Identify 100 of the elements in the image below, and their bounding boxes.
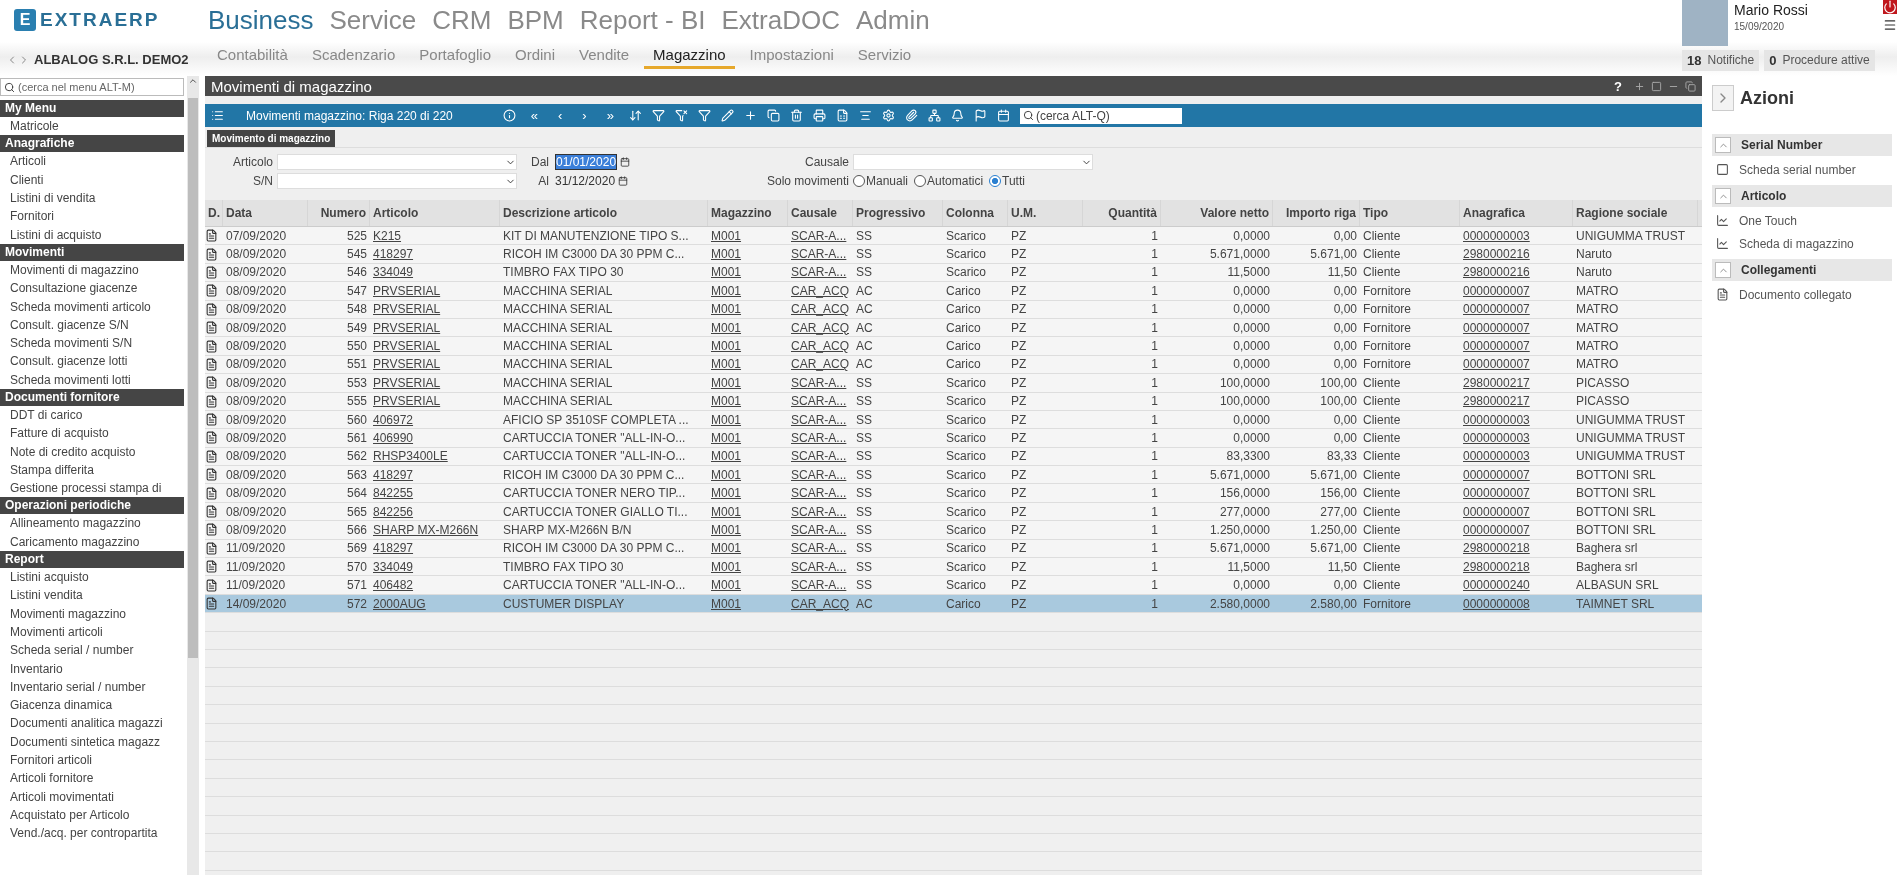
restore-icon[interactable]	[1685, 80, 1696, 92]
table-link[interactable]: 334049	[370, 559, 500, 574]
navigation-button[interactable]: ‹	[553, 108, 568, 123]
table-link[interactable]: 334049	[370, 265, 500, 280]
table-link[interactable]: 406482	[370, 578, 500, 593]
form-tab[interactable]: Movimento di magazzino	[207, 130, 336, 147]
menu-item[interactable]: Caricamento magazzino	[0, 532, 184, 551]
table-link[interactable]: 0000000007	[1460, 320, 1573, 335]
table-link[interactable]: SCAR-A...	[788, 541, 853, 556]
power-icon[interactable]	[1883, 0, 1897, 14]
table-link[interactable]: M001	[708, 486, 788, 501]
add-icon[interactable]	[743, 109, 757, 122]
menu-item[interactable]: Scheda serial / number	[0, 641, 184, 660]
menu-item[interactable]: Inventario	[0, 659, 184, 678]
action-item[interactable]: Documento collegato	[1712, 285, 1892, 304]
action-section-header[interactable]: Serial Number	[1712, 134, 1892, 156]
column-header[interactable]: Quantità	[1083, 200, 1161, 226]
table-link[interactable]: CAR_ACQ	[788, 320, 853, 335]
navigation-button[interactable]: «	[525, 108, 543, 123]
radio-option[interactable]: Automatici	[914, 174, 984, 188]
table-link[interactable]: SCAR-A...	[788, 228, 853, 243]
table-link[interactable]: CAR_ACQ	[788, 596, 853, 611]
menu-item[interactable]: Listini di vendita	[0, 188, 184, 208]
table-link[interactable]: 842255	[370, 486, 500, 501]
scroll-up-icon[interactable]	[188, 76, 198, 86]
table-link[interactable]: SCAR-A...	[788, 467, 853, 482]
action-item[interactable]: Scheda serial number	[1712, 160, 1892, 179]
table-link[interactable]: SCAR-A...	[788, 431, 853, 445]
menu-search-field[interactable]: (cerca nel menu ALT-M)	[0, 78, 184, 96]
module-tab[interactable]: Business	[208, 4, 314, 36]
action-section-header[interactable]: Articolo	[1712, 185, 1892, 207]
table-link[interactable]: SCAR-A...	[788, 504, 853, 519]
paperclip-icon[interactable]	[904, 109, 918, 122]
table-link[interactable]: SCAR-A...	[788, 449, 853, 464]
table-link[interactable]: M001	[708, 394, 788, 409]
radio-button[interactable]	[989, 175, 1002, 187]
document-icon[interactable]	[205, 376, 218, 390]
menu-item[interactable]: Clienti	[0, 170, 184, 189]
filter-clear-icon[interactable]	[674, 109, 688, 122]
scrollbar-thumb[interactable]	[188, 98, 198, 658]
counter-chip[interactable]: 18 Notifiche	[1682, 50, 1760, 71]
menu-item[interactable]: Articoli fornitore	[0, 769, 184, 788]
table-link[interactable]: PRVSERIAL	[370, 283, 500, 298]
document-icon[interactable]	[205, 431, 218, 445]
menu-item[interactable]: DDT di carico	[0, 405, 184, 425]
document-icon[interactable]	[205, 394, 218, 408]
table-link[interactable]: 0000000008	[1460, 596, 1573, 611]
counter-chip[interactable]: 0 Procedure attive	[1764, 50, 1875, 71]
table-row[interactable]: 08/09/2020 550 PRVSERIAL MACCHINA SERIAL M001 CAR_ACQ AC Carico PZ 1 0,0000 0,00 Fornitore 0000000007 MATRO	[205, 337, 1702, 356]
navigation-button[interactable]: »	[601, 108, 619, 123]
table-link[interactable]: M001	[708, 449, 788, 464]
menu-item[interactable]: Scheda movimenti lotti	[0, 370, 184, 389]
table-link[interactable]: 2980000216	[1460, 247, 1573, 262]
radio-option[interactable]: Tutti	[989, 174, 1025, 188]
menu-item[interactable]: Acquistato per Articolo	[0, 805, 184, 825]
column-header[interactable]: Colonna	[943, 200, 1008, 226]
table-link[interactable]: M001	[708, 522, 788, 537]
menu-item[interactable]: Listini vendita	[0, 586, 184, 605]
document-icon[interactable]	[205, 541, 218, 555]
column-header[interactable]: Articolo	[370, 200, 500, 226]
calendar-icon[interactable]	[996, 109, 1010, 122]
column-header[interactable]: Valore netto	[1161, 200, 1273, 226]
table-link[interactable]: 842256	[370, 504, 500, 519]
menu-item[interactable]: Listini acquisto	[0, 567, 184, 587]
column-header[interactable]: Progressivo	[853, 200, 943, 226]
table-link[interactable]: M001	[708, 357, 788, 372]
table-link[interactable]: CAR_ACQ	[788, 339, 853, 354]
radio-button[interactable]	[914, 175, 927, 187]
table-link[interactable]: 0000000003	[1460, 412, 1573, 427]
column-header[interactable]: Tipo	[1360, 200, 1460, 226]
table-link[interactable]: 2980000217	[1460, 394, 1573, 409]
section-tab[interactable]: Magazzino	[644, 44, 735, 69]
document-icon[interactable]	[205, 486, 218, 500]
table-link[interactable]: 0000000007	[1460, 339, 1573, 354]
table-link[interactable]: 2980000218	[1460, 559, 1573, 574]
document-icon[interactable]	[205, 597, 218, 610]
menu-item[interactable]: Stampa differita	[0, 460, 184, 480]
table-link[interactable]: M001	[708, 412, 788, 427]
table-link[interactable]: PRVSERIAL	[370, 320, 500, 335]
table-link[interactable]: PRVSERIAL	[370, 394, 500, 409]
document-icon[interactable]	[205, 339, 218, 353]
table-link[interactable]: M001	[708, 228, 788, 243]
record-search-field[interactable]: (cerca ALT-Q)	[1019, 107, 1182, 124]
table-link[interactable]: 2980000216	[1460, 265, 1573, 280]
action-item[interactable]: One Touch	[1712, 211, 1892, 230]
table-link[interactable]: M001	[708, 578, 788, 593]
menu-item[interactable]: Documenti sintetica magazz	[0, 732, 184, 751]
table-link[interactable]: 418297	[370, 467, 500, 482]
table-link[interactable]: 0000000007	[1460, 283, 1573, 298]
table-link[interactable]: PRVSERIAL	[370, 302, 500, 317]
menu-item[interactable]: Fornitori articoli	[0, 750, 184, 770]
settings-icon[interactable]	[881, 109, 895, 122]
menu-icon[interactable]	[1883, 18, 1897, 32]
table-link[interactable]: 0000000003	[1460, 431, 1573, 445]
table-link[interactable]: 0000000007	[1460, 522, 1573, 537]
table-link[interactable]: 2980000217	[1460, 375, 1573, 390]
table-link[interactable]: PRVSERIAL	[370, 339, 500, 354]
menu-item[interactable]: Documenti analitica magazzi	[0, 714, 184, 733]
table-link[interactable]: SCAR-A...	[788, 394, 853, 409]
filter-icon[interactable]	[697, 109, 711, 122]
